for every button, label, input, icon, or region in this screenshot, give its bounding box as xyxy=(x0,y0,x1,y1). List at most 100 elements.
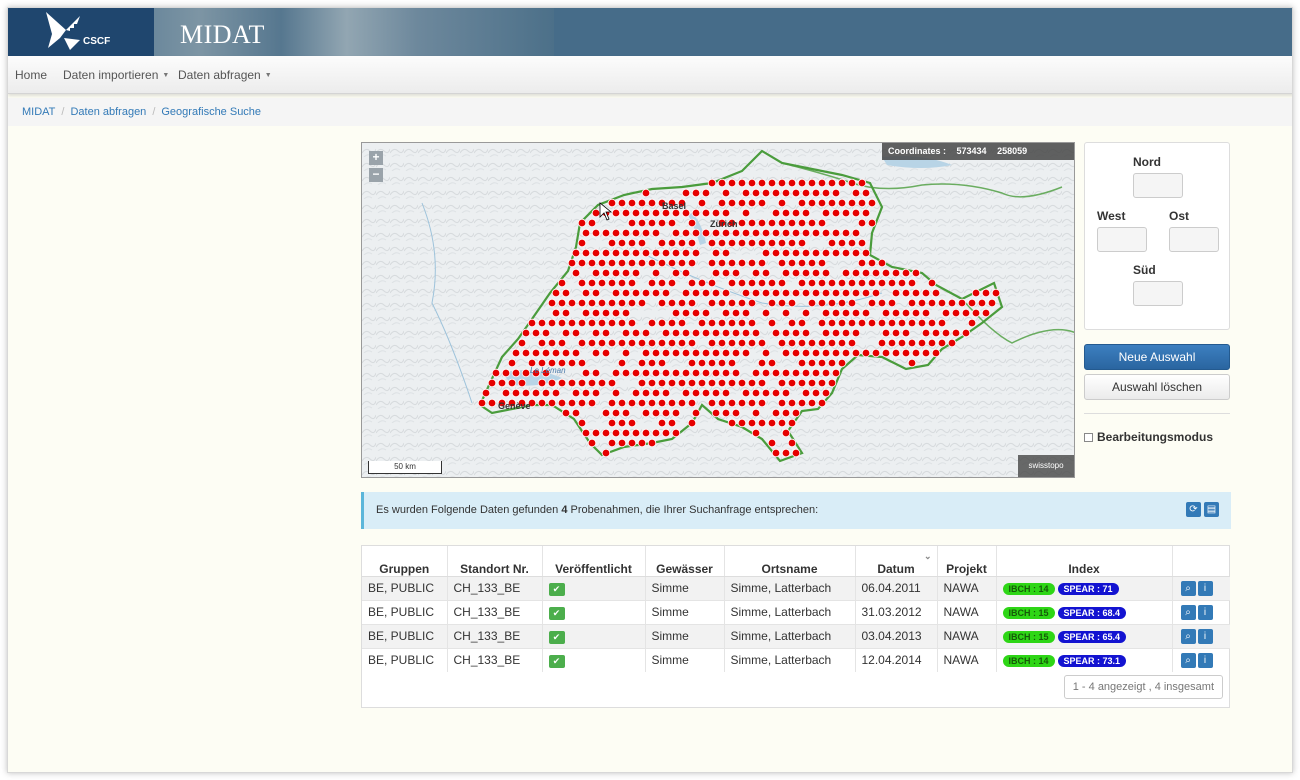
sample-point[interactable] xyxy=(657,278,667,288)
sample-point[interactable] xyxy=(627,338,637,348)
sample-point[interactable] xyxy=(627,318,637,328)
sample-point[interactable] xyxy=(591,348,601,358)
sample-point[interactable] xyxy=(671,428,681,438)
sample-point[interactable] xyxy=(817,298,827,308)
sample-point[interactable] xyxy=(877,318,887,328)
sample-point[interactable] xyxy=(801,208,811,218)
sample-point[interactable] xyxy=(791,368,801,378)
sample-point[interactable] xyxy=(821,228,831,238)
sample-point[interactable] xyxy=(797,218,807,228)
sample-point[interactable] xyxy=(887,298,897,308)
sample-point[interactable] xyxy=(901,288,911,298)
sample-point[interactable] xyxy=(771,288,781,298)
sample-point[interactable] xyxy=(791,448,801,458)
sample-point[interactable] xyxy=(927,318,937,328)
sample-point[interactable] xyxy=(807,258,817,268)
sample-point[interactable] xyxy=(797,278,807,288)
sample-point[interactable] xyxy=(951,328,961,338)
col-gewaesser[interactable]: Gewässer xyxy=(645,546,725,577)
sample-point[interactable] xyxy=(701,308,711,318)
sample-point[interactable] xyxy=(667,298,677,308)
sample-point[interactable] xyxy=(741,288,751,298)
sample-point[interactable] xyxy=(791,208,801,218)
sample-point[interactable] xyxy=(877,278,887,288)
sample-point[interactable] xyxy=(811,388,821,398)
sample-point[interactable] xyxy=(561,408,571,418)
sample-point[interactable] xyxy=(867,298,877,308)
sample-point[interactable] xyxy=(717,378,727,388)
sample-point[interactable] xyxy=(647,438,657,448)
sample-point[interactable] xyxy=(657,298,667,308)
sample-point[interactable] xyxy=(817,278,827,288)
sample-point[interactable] xyxy=(611,408,621,418)
sample-point[interactable] xyxy=(597,258,607,268)
sample-point[interactable] xyxy=(721,308,731,318)
sample-point[interactable] xyxy=(661,368,671,378)
sample-point[interactable] xyxy=(867,318,877,328)
sample-point[interactable] xyxy=(627,198,637,208)
sample-point[interactable] xyxy=(691,228,701,238)
sample-point[interactable] xyxy=(751,188,761,198)
sample-point[interactable] xyxy=(921,328,931,338)
sample-point[interactable] xyxy=(861,188,871,198)
col-projekt[interactable]: Projekt xyxy=(937,546,997,577)
sample-point[interactable] xyxy=(711,208,721,218)
sample-point[interactable] xyxy=(577,398,587,408)
sample-point[interactable] xyxy=(607,238,617,248)
sample-point[interactable] xyxy=(781,388,791,398)
sample-point[interactable] xyxy=(637,238,647,248)
sample-point[interactable] xyxy=(707,318,717,328)
sample-point[interactable] xyxy=(721,348,731,358)
sample-point[interactable] xyxy=(807,218,817,228)
sample-point[interactable] xyxy=(831,288,841,298)
sample-point[interactable] xyxy=(967,318,977,328)
sample-point[interactable] xyxy=(841,268,851,278)
sued-input[interactable] xyxy=(1133,281,1183,306)
sample-point[interactable] xyxy=(891,348,901,358)
sample-point[interactable] xyxy=(747,238,757,248)
sample-point[interactable] xyxy=(577,258,587,268)
west-input[interactable] xyxy=(1097,227,1147,252)
sample-point[interactable] xyxy=(721,388,731,398)
sample-point[interactable] xyxy=(911,308,921,318)
sample-point[interactable] xyxy=(757,258,767,268)
sample-point[interactable] xyxy=(851,308,861,318)
sample-point[interactable] xyxy=(881,268,891,278)
zoom-out-button[interactable]: − xyxy=(369,168,383,182)
sample-point[interactable] xyxy=(781,228,791,238)
sample-point[interactable] xyxy=(821,268,831,278)
sample-point[interactable] xyxy=(737,178,747,188)
sample-point[interactable] xyxy=(747,398,757,408)
sample-point[interactable] xyxy=(847,238,857,248)
sample-point[interactable] xyxy=(801,368,811,378)
sample-point[interactable] xyxy=(677,238,687,248)
sample-point[interactable] xyxy=(791,228,801,238)
sample-point[interactable] xyxy=(627,218,637,228)
sample-point[interactable] xyxy=(747,278,757,288)
sample-point[interactable] xyxy=(747,378,757,388)
sample-point[interactable] xyxy=(761,308,771,318)
sample-point[interactable] xyxy=(661,388,671,398)
sample-point[interactable] xyxy=(537,378,547,388)
sample-point[interactable] xyxy=(591,228,601,238)
sample-point[interactable] xyxy=(507,358,517,368)
sample-point[interactable] xyxy=(851,208,861,218)
sample-point[interactable] xyxy=(721,188,731,198)
sample-point[interactable] xyxy=(581,368,591,378)
sample-point[interactable] xyxy=(871,288,881,298)
sample-point[interactable] xyxy=(847,318,857,328)
sample-point[interactable] xyxy=(907,358,917,368)
sample-point[interactable] xyxy=(681,348,691,358)
sample-point[interactable] xyxy=(551,388,561,398)
sample-point[interactable] xyxy=(681,368,691,378)
sample-point[interactable] xyxy=(631,228,641,238)
sample-point[interactable] xyxy=(691,408,701,418)
sample-point[interactable] xyxy=(971,308,981,318)
sample-point[interactable] xyxy=(727,418,737,428)
sample-point[interactable] xyxy=(637,258,647,268)
sample-point[interactable] xyxy=(487,378,497,388)
col-index[interactable]: Index xyxy=(996,546,1173,577)
sample-point[interactable] xyxy=(681,308,691,318)
sample-point[interactable] xyxy=(821,348,831,358)
sample-point[interactable] xyxy=(727,178,737,188)
